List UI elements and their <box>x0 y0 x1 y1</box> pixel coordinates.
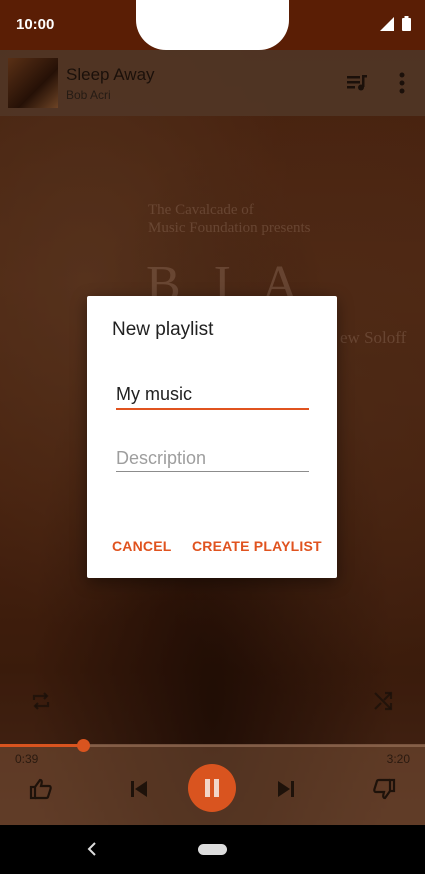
playlist-description-underline <box>116 471 309 472</box>
system-navigation-bar <box>0 825 425 874</box>
create-playlist-button[interactable]: CREATE PLAYLIST <box>192 538 322 554</box>
playlist-name-underline <box>116 408 309 410</box>
playlist-name-input[interactable] <box>116 384 309 405</box>
playlist-description-input[interactable] <box>116 448 309 469</box>
new-playlist-dialog: New playlist CANCEL CREATE PLAYLIST <box>87 296 337 578</box>
elapsed-time: 0:39 <box>15 752 39 766</box>
seek-bar-progress <box>0 744 83 747</box>
pause-icon <box>205 779 219 797</box>
dialog-title: New playlist <box>112 319 214 340</box>
nav-home-icon[interactable] <box>198 844 227 855</box>
skip-previous-icon[interactable] <box>124 774 154 804</box>
cancel-button[interactable]: CANCEL <box>112 538 172 554</box>
pause-button[interactable] <box>188 764 236 812</box>
status-time: 10:00 <box>16 16 55 33</box>
nav-back-icon[interactable] <box>80 837 104 861</box>
skip-next-icon[interactable] <box>271 774 301 804</box>
display-notch <box>136 0 289 50</box>
thumb-up-icon[interactable] <box>26 774 56 804</box>
signal-icon <box>380 16 394 31</box>
status-bar: 10:00 <box>0 0 425 50</box>
screen: The Cavalcade of Music Foundation presen… <box>0 0 425 874</box>
thumb-down-icon[interactable] <box>369 774 399 804</box>
battery-icon <box>402 16 411 31</box>
seek-bar-thumb[interactable] <box>77 739 90 752</box>
status-icons <box>380 16 411 31</box>
total-duration: 3:20 <box>386 752 410 766</box>
